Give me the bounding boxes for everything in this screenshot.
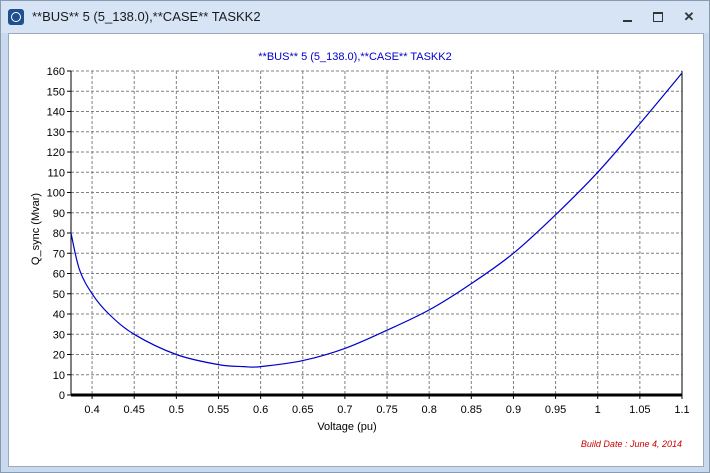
x-tick-label: 0.9 xyxy=(506,404,521,416)
y-tick-label: 10 xyxy=(53,370,65,382)
grid-lines xyxy=(70,70,683,397)
close-button[interactable]: ✕ xyxy=(675,7,703,27)
y-tick-label: 80 xyxy=(53,228,65,240)
y-tick-label: 60 xyxy=(53,269,65,281)
x-tick-label: 0.85 xyxy=(461,404,482,416)
tick-labels: 0 10 20 30 40 50 60 70 80 90 100 110 120 130 140 150 160… xyxy=(47,66,690,416)
y-tick-label: 30 xyxy=(53,329,65,341)
x-tick-label: 1.05 xyxy=(629,404,650,416)
y-tick-label: 160 xyxy=(47,66,65,78)
plot-area: 0 10 20 30 40 50 60 70 80 90 100 110 120 130 140 150 160… xyxy=(8,33,704,467)
close-icon: ✕ xyxy=(683,9,695,24)
title-bar[interactable]: **BUS** 5 (5_138.0),**CASE** TASKK2 ✕ xyxy=(1,1,709,33)
x-tick-label: 1 xyxy=(595,404,601,416)
q-v-curve xyxy=(70,72,683,368)
x-tick-label: 0.65 xyxy=(292,404,313,416)
x-tick-label: 0.75 xyxy=(376,404,397,416)
y-tick-label: 150 xyxy=(47,86,65,98)
x-tick-label: 0.95 xyxy=(545,404,566,416)
y-tick-label: 120 xyxy=(47,147,65,159)
q-v-chart: 0 10 20 30 40 50 60 70 80 90 100 110 120 130 140 150 160… xyxy=(30,51,690,449)
x-tick-label: 0.8 xyxy=(422,404,437,416)
maximize-icon xyxy=(653,12,663,22)
minimize-button[interactable] xyxy=(613,7,641,27)
y-tick-label: 100 xyxy=(47,188,65,200)
y-tick-label: 130 xyxy=(47,127,65,139)
x-tick-label: 0.55 xyxy=(208,404,229,416)
chart-title: **BUS** 5 (5_138.0),**CASE** TASKK2 xyxy=(258,51,451,63)
y-tick-label: 40 xyxy=(53,309,65,321)
y-tick-label: 90 xyxy=(53,208,65,220)
maximize-button[interactable] xyxy=(644,7,672,27)
x-tick-label: 0.5 xyxy=(169,404,184,416)
window-title: **BUS** 5 (5_138.0),**CASE** TASKK2 xyxy=(32,9,261,24)
y-tick-label: 70 xyxy=(53,248,65,260)
x-tick-label: 1.1 xyxy=(674,404,689,416)
build-date-label: Build Date : June 4, 2014 xyxy=(581,439,682,449)
y-axis-label: Q_sync (Mvar) xyxy=(30,193,42,265)
x-axis-label: Voltage (pu) xyxy=(317,421,376,433)
y-tick-label: 50 xyxy=(53,289,65,301)
y-tick-label: 140 xyxy=(47,107,65,119)
x-tick-label: 0.7 xyxy=(337,404,352,416)
y-tick-label: 0 xyxy=(59,390,65,402)
x-tick-label: 0.45 xyxy=(123,404,144,416)
app-icon[interactable] xyxy=(8,9,24,25)
y-tick-label: 110 xyxy=(47,167,65,179)
x-tick-label: 0.6 xyxy=(253,404,268,416)
minimize-icon xyxy=(622,20,632,22)
x-tick-label: 0.4 xyxy=(84,404,99,416)
plot-window: **BUS** 5 (5_138.0),**CASE** TASKK2 ✕ 0 1… xyxy=(0,0,710,473)
y-tick-label: 20 xyxy=(53,350,65,362)
series-layer xyxy=(70,72,683,368)
